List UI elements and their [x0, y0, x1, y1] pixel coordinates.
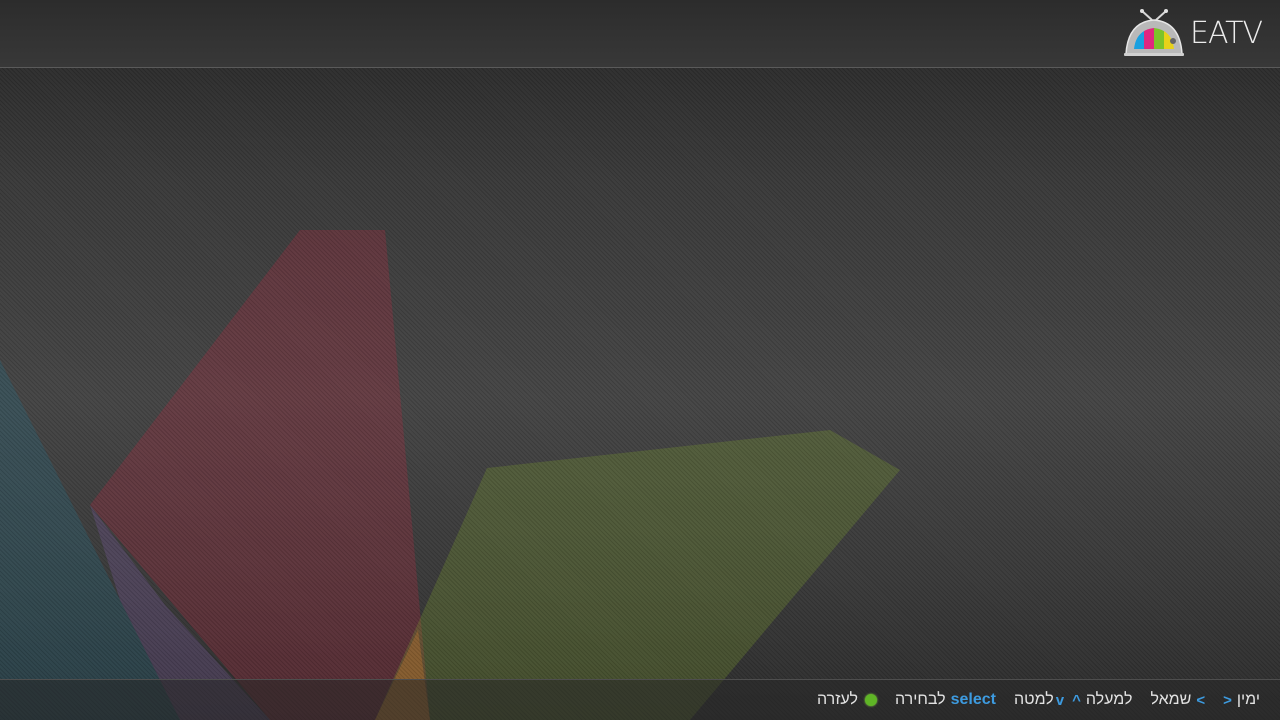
hint-up-label: למעלה — [1085, 691, 1133, 708]
hint-help: לעזרה — [817, 691, 877, 709]
top-header-bar: EATV — [0, 0, 1280, 68]
brand-name: EATV — [1190, 16, 1263, 51]
hint-select-label: לבחירה — [895, 691, 946, 708]
green-button-icon — [865, 694, 877, 706]
left-arrow-icon: < — [1223, 691, 1232, 709]
tv-logo-icon — [1124, 9, 1184, 56]
hint-left-label: שמאל — [1150, 691, 1192, 708]
down-arrow-icon: v — [1055, 691, 1065, 709]
green-light-beam — [375, 430, 900, 720]
hint-up: למעלה ^ — [1072, 691, 1132, 709]
hint-down: v למטה — [1014, 691, 1064, 709]
tv-screen: EATV ימין < > שמאל למעלה ^ v למטה select — [0, 0, 1280, 720]
hint-left: > שמאל — [1150, 691, 1205, 709]
up-arrow-icon: ^ — [1072, 691, 1081, 709]
background-light-beams — [0, 230, 900, 720]
remote-hints-bar: ימין < > שמאל למעלה ^ v למטה select לבחי… — [0, 679, 1280, 720]
right-arrow-icon: > — [1196, 691, 1206, 709]
hint-right: ימין < — [1223, 691, 1260, 709]
remote-hints: ימין < > שמאל למעלה ^ v למטה select לבחי… — [799, 680, 1260, 720]
hint-help-label: לעזרה — [816, 691, 858, 708]
brand-logo: EATV — [1122, 8, 1263, 58]
hint-down-label: למטה — [1014, 691, 1054, 708]
hint-right-label: ימין — [1236, 691, 1260, 708]
select-key: select — [950, 691, 996, 708]
hint-select: select לבחירה — [895, 691, 996, 709]
